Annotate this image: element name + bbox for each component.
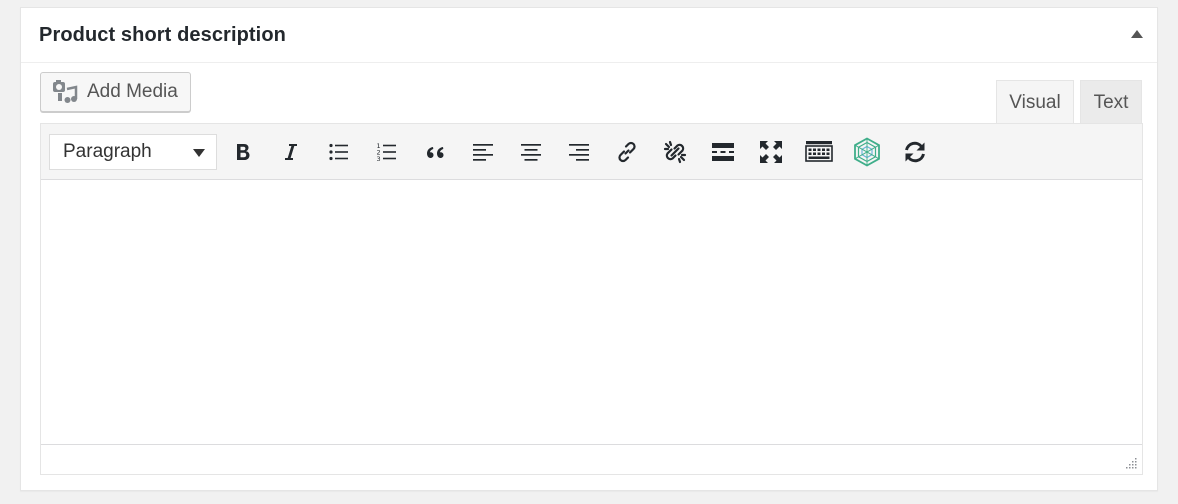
triangle-up-icon [1131,30,1143,38]
read-more-button[interactable] [706,135,740,169]
bold-icon [237,144,250,160]
product-short-description-box: Product short description Add Media Visu… [20,7,1158,491]
italic-icon [285,144,297,160]
plugin-cube-button[interactable] [850,135,884,169]
postbox-header: Product short description [21,8,1157,63]
remove-link-icon [663,140,687,164]
svg-text:3: 3 [377,155,381,163]
italic-button[interactable] [274,135,308,169]
editor-status-bar [41,444,1142,474]
align-left-icon [473,144,493,161]
resize-handle-icon[interactable] [1124,456,1138,470]
align-left-button[interactable] [466,135,500,169]
insert-link-button[interactable] [610,135,644,169]
tab-text[interactable]: Text [1080,80,1142,124]
collapse-toggle-button[interactable] [1129,26,1145,42]
editor-container: Paragraph 1 2 3 [40,123,1143,475]
fullscreen-button[interactable] [754,135,788,169]
dropdown-arrow-icon [193,149,205,157]
bold-button[interactable] [226,135,260,169]
insert-link-icon [618,141,636,163]
format-select-value: Paragraph [63,141,152,162]
media-icon [53,80,78,103]
refresh-icon [905,141,925,163]
align-right-button[interactable] [562,135,596,169]
align-center-icon [521,144,541,161]
bullet-list-icon [329,143,348,161]
numbered-list-icon: 1 2 3 [377,142,396,163]
numbered-list-button[interactable]: 1 2 3 [370,135,404,169]
fullscreen-icon [760,141,782,163]
blockquote-button[interactable] [418,135,452,169]
align-right-icon [569,144,589,161]
read-more-tag-icon [712,143,734,161]
remove-link-button[interactable] [658,135,692,169]
format-select[interactable]: Paragraph [49,134,217,170]
plugin-cube-icon [854,137,880,167]
editor-content-area[interactable] [41,180,1142,444]
postbox-title: Product short description [39,24,286,46]
add-media-label: Add Media [87,81,178,102]
editor-toolbar: Paragraph 1 2 3 [41,124,1142,180]
refresh-button[interactable] [898,135,932,169]
tab-visual[interactable]: Visual [996,80,1074,125]
toolbar-toggle-icon [805,141,833,162]
toolbar-toggle-button[interactable] [802,135,836,169]
bullet-list-button[interactable] [322,135,356,169]
blockquote-icon [427,147,444,158]
add-media-button[interactable]: Add Media [40,72,191,112]
align-center-button[interactable] [514,135,548,169]
